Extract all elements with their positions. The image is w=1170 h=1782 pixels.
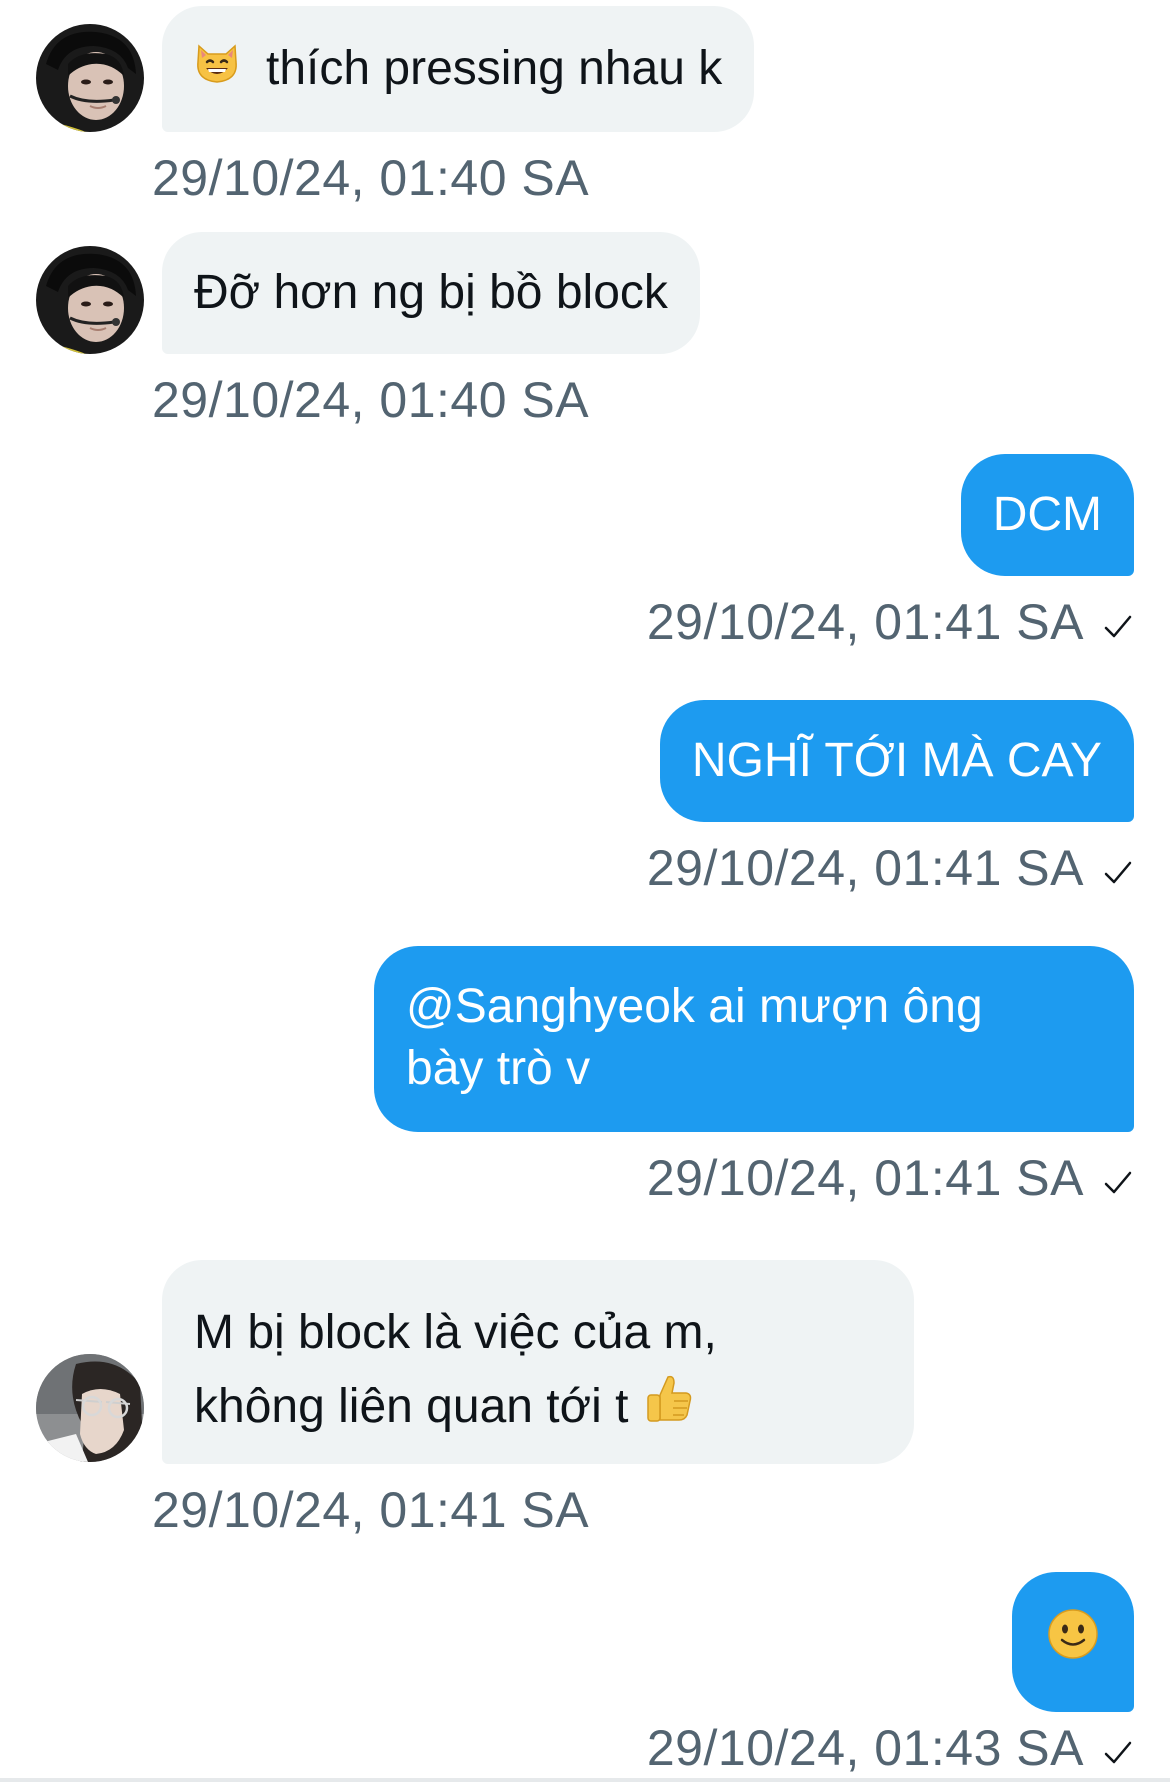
message-timestamp: 29/10/24, 01:41 SA [646, 1150, 1084, 1206]
user-avatar-icon[interactable] [36, 1354, 144, 1462]
message-text: thích pressing nhau k [266, 42, 723, 95]
message-text-line: không liên quan tới t [194, 1380, 629, 1433]
divider [0, 1778, 1170, 1782]
message-timestamp-row: 29/10/24, 01:41 SA [647, 594, 1134, 654]
message-bubble[interactable]: Đỡ hơn ng bị bồ block [162, 232, 700, 354]
message-bubble[interactable]: DCM [960, 454, 1134, 576]
checkmark-icon [1102, 1724, 1134, 1780]
dm-conversation: thích pressing nhau k 29/10/24, 01:40 SA… [0, 0, 1170, 1782]
message-bubble[interactable]: @Sanghyeok ai mượn ông bày trò v [374, 946, 1134, 1132]
message-timestamp-row: 29/10/24, 01:43 SA [647, 1720, 1134, 1780]
message-text-line: bày trò v [406, 1042, 591, 1095]
message-bubble[interactable] [1012, 1572, 1134, 1712]
message-bubble[interactable]: NGHĨ TỚI MÀ CAY [659, 700, 1134, 822]
message-incoming: Đỡ hơn ng bị bồ block 29/10/24, 01:40 SA [0, 222, 1170, 432]
grinning-cat-emoji-icon [194, 8, 240, 134]
message-timestamp: 29/10/24, 01:43 SA [646, 1720, 1084, 1776]
message-outgoing: DCM 29/10/24, 01:41 SA [0, 454, 1170, 654]
message-text: DCM [992, 488, 1102, 541]
message-timestamp: 29/10/24, 01:41 SA [152, 1482, 590, 1538]
checkmark-icon [1102, 1154, 1134, 1210]
message-text-line: @Sanghyeok ai mượn ông [406, 980, 983, 1033]
message-timestamp-row: 29/10/24, 01:41 SA [647, 840, 1134, 900]
message-timestamp: 29/10/24, 01:41 SA [646, 594, 1084, 650]
message-incoming: M bị block là việc của m, không liên qua… [0, 1260, 1170, 1550]
message-outgoing: NGHĨ TỚI MÀ CAY 29/10/24, 01:41 SA [0, 700, 1170, 900]
message-text: Đỡ hơn ng bị bồ block [194, 266, 668, 319]
message-timestamp: 29/10/24, 01:40 SA [152, 372, 590, 428]
user-avatar-icon[interactable] [36, 246, 144, 354]
message-text: NGHĨ TỚI MÀ CAY [691, 734, 1102, 787]
message-text-line: M bị block là việc của m, [194, 1306, 717, 1359]
message-timestamp: 29/10/24, 01:40 SA [152, 150, 590, 206]
message-timestamp-row: 29/10/24, 01:41 SA [647, 1150, 1134, 1210]
message-bubble[interactable]: M bị block là việc của m, không liên qua… [162, 1260, 914, 1464]
message-timestamp: 29/10/24, 01:41 SA [646, 840, 1084, 896]
checkmark-icon [1102, 598, 1134, 654]
message-bubble[interactable]: thích pressing nhau k [162, 6, 755, 134]
user-avatar-icon[interactable] [36, 24, 144, 132]
checkmark-icon [1102, 844, 1134, 900]
slightly-smiling-face-emoji-icon [1047, 1608, 1099, 1676]
thumbs-up-emoji-icon [642, 1371, 696, 1447]
message-incoming: thích pressing nhau k 29/10/24, 01:40 SA [0, 0, 1170, 210]
message-outgoing: 29/10/24, 01:43 SA [0, 1572, 1170, 1778]
message-outgoing: @Sanghyeok ai mượn ông bày trò v 29/10/2… [0, 946, 1170, 1206]
